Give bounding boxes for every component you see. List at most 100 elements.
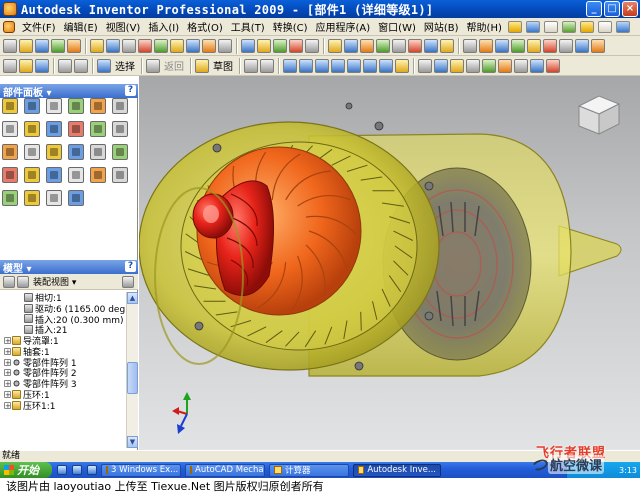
- shaft-generator-icon[interactable]: [202, 38, 216, 53]
- move-component-icon[interactable]: [122, 38, 136, 53]
- loft-tool-icon[interactable]: [24, 190, 40, 206]
- quarter-section-icon[interactable]: [498, 58, 512, 73]
- help-icon[interactable]: ?: [125, 261, 136, 272]
- find-icon[interactable]: [122, 275, 134, 288]
- color-style-icon[interactable]: [479, 38, 493, 53]
- return-icon[interactable]: [146, 58, 160, 73]
- return-button[interactable]: 返回: [161, 58, 187, 73]
- menu-web[interactable]: 网站(B): [420, 19, 463, 34]
- pan-icon[interactable]: [575, 38, 589, 53]
- redo-icon[interactable]: [74, 58, 88, 73]
- save-icon[interactable]: [35, 58, 49, 73]
- create-component-icon[interactable]: [19, 38, 33, 53]
- options-icon[interactable]: [463, 38, 477, 53]
- bom-icon[interactable]: [392, 38, 406, 53]
- zoom-extents-icon[interactable]: [559, 38, 573, 53]
- close-button[interactable]: ×: [622, 1, 638, 17]
- navigation-wheel-icon[interactable]: [543, 38, 557, 53]
- place-component-tool-icon[interactable]: [2, 98, 18, 114]
- turbojet-model[interactable]: [139, 76, 640, 450]
- home-view-icon[interactable]: [395, 58, 409, 73]
- taskbar-task[interactable]: AutoCAD Mecha...: [185, 463, 265, 477]
- move-tool-icon[interactable]: [2, 121, 18, 137]
- shadows-icon[interactable]: [450, 58, 464, 73]
- menu-tool-icon[interactable]: [579, 20, 594, 33]
- filter-icon[interactable]: [3, 275, 15, 288]
- ie-quicklaunch-icon[interactable]: [57, 465, 67, 475]
- select-icon[interactable]: [97, 58, 111, 73]
- model-browser-header[interactable]: 模型 ▾ ?: [0, 260, 138, 275]
- derived-tool-icon[interactable]: [112, 144, 128, 160]
- menu-help[interactable]: 帮助(H): [463, 19, 506, 34]
- grip-snap-tool-icon[interactable]: [112, 121, 128, 137]
- rotate-component-icon[interactable]: [138, 38, 152, 53]
- tree-row[interactable]: + 导流罩:1: [0, 335, 126, 347]
- new-file-icon[interactable]: [3, 58, 17, 73]
- model-tree-scrollbar[interactable]: ▲ ▼: [126, 292, 138, 448]
- shaded-display-icon[interactable]: [418, 58, 432, 73]
- graphics-viewport[interactable]: [139, 76, 640, 450]
- ilogic-icon[interactable]: [376, 38, 390, 53]
- sweep-tool-icon[interactable]: [2, 190, 18, 206]
- studio-icon[interactable]: [440, 38, 454, 53]
- tree-row[interactable]: + 压环:1: [0, 389, 126, 401]
- design-doctor-icon[interactable]: [260, 58, 274, 73]
- pan-view-icon[interactable]: [331, 58, 345, 73]
- constraint-tool-icon[interactable]: [112, 98, 128, 114]
- expand-icon[interactable]: +: [4, 369, 11, 377]
- open-file-icon[interactable]: [19, 58, 33, 73]
- menu-applications[interactable]: 应用程序(A): [312, 19, 375, 34]
- revolve-tool-icon[interactable]: [112, 167, 128, 183]
- menu-tool-icon[interactable]: [615, 20, 630, 33]
- menu-edit[interactable]: 编辑(E): [60, 19, 102, 34]
- copy-tool-icon[interactable]: [90, 98, 106, 114]
- document-icon[interactable]: [3, 20, 15, 33]
- menu-tools[interactable]: 工具(T): [227, 19, 269, 34]
- menu-tool-icon[interactable]: [525, 20, 540, 33]
- expand-icon[interactable]: +: [4, 358, 11, 366]
- measure-icon[interactable]: [344, 38, 358, 53]
- sketch-button[interactable]: 草图: [210, 58, 236, 73]
- menu-tool-icon[interactable]: [561, 20, 576, 33]
- work-plane-icon[interactable]: [257, 38, 271, 53]
- menu-tool-icon[interactable]: [507, 20, 522, 33]
- menu-window[interactable]: 窗口(W): [374, 19, 420, 34]
- clock[interactable]: 3:13: [619, 466, 637, 475]
- tree-row[interactable]: 插入:21: [0, 324, 126, 336]
- dynamic-simulation-icon[interactable]: [408, 38, 422, 53]
- section-view-icon[interactable]: [241, 38, 255, 53]
- browser-options-icon[interactable]: [17, 275, 29, 288]
- ucs-tool-icon[interactable]: [90, 144, 106, 160]
- expand-icon[interactable]: +: [4, 347, 11, 355]
- zoom-icon[interactable]: [315, 58, 329, 73]
- replace-component-icon[interactable]: [154, 38, 168, 53]
- desktop-quicklaunch-icon[interactable]: [87, 465, 97, 475]
- equation-tool-icon[interactable]: [46, 190, 62, 206]
- degrees-of-freedom-icon[interactable]: [546, 58, 560, 73]
- menu-tool-icon[interactable]: [597, 20, 612, 33]
- cut-tool-icon[interactable]: [24, 167, 40, 183]
- bolted-connection-icon[interactable]: [170, 38, 184, 53]
- menu-file[interactable]: 文件(F): [18, 19, 60, 34]
- update-icon[interactable]: [244, 58, 258, 73]
- joint-icon[interactable]: [106, 38, 120, 53]
- display-icon[interactable]: [511, 38, 525, 53]
- demote-tool-icon[interactable]: [68, 121, 84, 137]
- work-axis-icon[interactable]: [273, 38, 287, 53]
- undo-icon[interactable]: [58, 58, 72, 73]
- stress-analysis-icon[interactable]: [424, 38, 438, 53]
- pattern-component-icon[interactable]: [35, 38, 49, 53]
- help-icon[interactable]: ?: [125, 85, 136, 96]
- look-at-icon[interactable]: [379, 58, 393, 73]
- work-point-tool-icon[interactable]: [68, 144, 84, 160]
- inventor-app-icon[interactable]: [3, 2, 17, 16]
- fillet-tool-icon[interactable]: [68, 167, 84, 183]
- expand-icon[interactable]: +: [4, 337, 11, 345]
- expand-icon[interactable]: +: [4, 401, 11, 409]
- minimize-button[interactable]: _: [586, 1, 602, 17]
- scroll-thumb[interactable]: [127, 362, 138, 394]
- ucs-icon[interactable]: [305, 38, 319, 53]
- scroll-down-button[interactable]: ▼: [127, 436, 138, 448]
- outlook-quicklaunch-icon[interactable]: [72, 465, 82, 475]
- assembly-view-dropdown[interactable]: 装配视图 ▾: [30, 275, 79, 288]
